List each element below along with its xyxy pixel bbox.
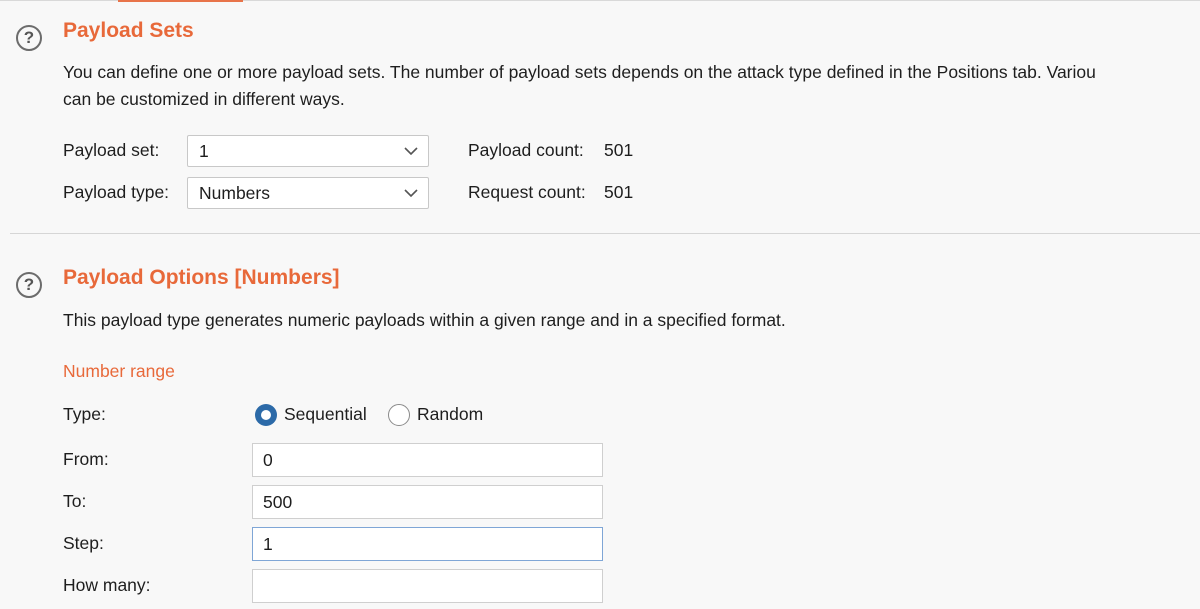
payload-count-value: 501 bbox=[604, 140, 634, 160]
request-count-value: 501 bbox=[604, 182, 634, 202]
random-radio[interactable] bbox=[388, 404, 410, 426]
from-label: From: bbox=[63, 449, 109, 469]
payload-set-label: Payload set: bbox=[63, 140, 160, 160]
how-many-input[interactable] bbox=[252, 569, 603, 603]
how-many-label: How many: bbox=[63, 575, 151, 595]
to-label: To: bbox=[63, 491, 87, 511]
from-input[interactable] bbox=[252, 443, 603, 477]
chevron-down-icon bbox=[404, 189, 418, 198]
payload-sets-title: Payload Sets bbox=[63, 19, 194, 42]
type-label: Type: bbox=[63, 404, 106, 424]
sequential-radio[interactable] bbox=[255, 404, 277, 426]
step-label: Step: bbox=[63, 533, 104, 553]
payload-count-label: Payload count: bbox=[468, 140, 584, 160]
sequential-radio-label[interactable]: Sequential bbox=[284, 404, 367, 425]
payload-set-value: 1 bbox=[199, 140, 209, 161]
chevron-down-icon bbox=[404, 147, 418, 156]
section-divider bbox=[10, 233, 1200, 234]
to-input[interactable] bbox=[252, 485, 603, 519]
help-icon[interactable]: ? bbox=[16, 25, 42, 51]
payload-type-label: Payload type: bbox=[63, 182, 170, 202]
payload-options-description: This payload type generates numeric payl… bbox=[63, 310, 786, 330]
request-count-label: Request count: bbox=[468, 182, 586, 202]
help-icon[interactable]: ? bbox=[16, 272, 42, 298]
payload-sets-description-line2: can be customized in different ways. bbox=[63, 89, 345, 109]
number-range-heading: Number range bbox=[63, 361, 175, 381]
payload-sets-description-line1: You can define one or more payload sets.… bbox=[63, 62, 1096, 82]
intruder-payloads-panel: ? Payload Sets You can define one or mor… bbox=[0, 0, 1200, 609]
random-radio-label[interactable]: Random bbox=[417, 404, 483, 425]
payload-type-dropdown[interactable]: Numbers bbox=[187, 177, 429, 209]
payload-options-title: Payload Options [Numbers] bbox=[63, 266, 340, 289]
active-tab-indicator bbox=[118, 0, 243, 2]
payload-type-value: Numbers bbox=[199, 182, 270, 203]
step-input[interactable] bbox=[252, 527, 603, 561]
payload-set-dropdown[interactable]: 1 bbox=[187, 135, 429, 167]
